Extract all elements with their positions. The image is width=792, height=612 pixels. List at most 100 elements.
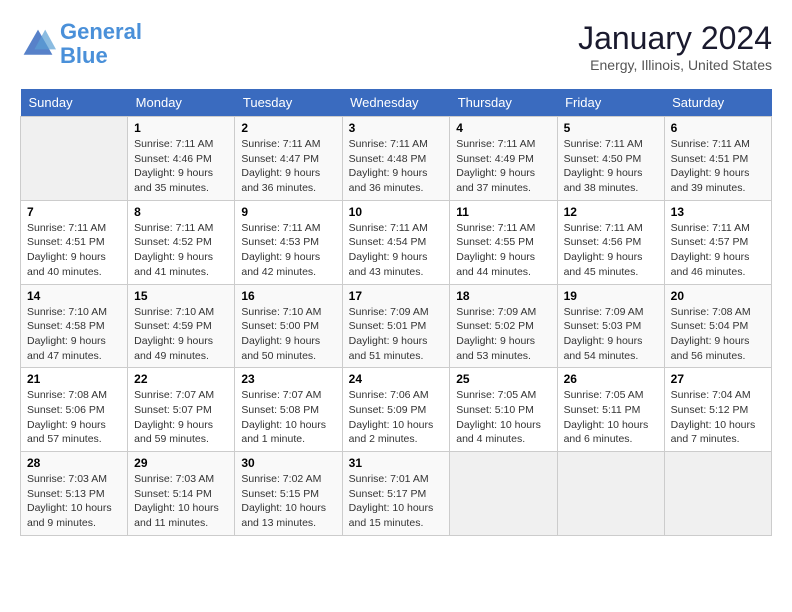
day-info: Sunrise: 7:07 AMSunset: 5:07 PMDaylight:… <box>134 388 228 447</box>
calendar-cell: 6Sunrise: 7:11 AMSunset: 4:51 PMDaylight… <box>664 117 771 201</box>
calendar-cell: 16Sunrise: 7:10 AMSunset: 5:00 PMDayligh… <box>235 284 342 368</box>
calendar-cell: 12 Sunrise: 7:11 AMSunset: 4:56 PMDayligh… <box>557 200 664 284</box>
day-number: 9 <box>241 205 335 219</box>
day-number: 15 <box>134 289 228 303</box>
day-info: Sunrise: 7:11 AMSunset: 4:50 PMDaylight:… <box>564 137 658 196</box>
day-info: Sunrise: 7:11 AMSunset: 4:55 PMDaylight:… <box>456 221 550 280</box>
calendar-week-row: 1 Sunrise: 7:11 AMSunset: 4:46 PMDaylight… <box>21 117 772 201</box>
weekday-header: Wednesday <box>342 89 450 117</box>
calendar-cell: 3 Sunrise: 7:11 AMSunset: 4:48 PMDaylight… <box>342 117 450 201</box>
day-number: 11 <box>456 205 550 219</box>
day-info: Sunrise: 7:09 AMSunset: 5:02 PMDaylight:… <box>456 305 550 364</box>
day-info: Sunrise: 7:06 AMSunset: 5:09 PMDaylight:… <box>349 388 444 447</box>
calendar-header-row: SundayMondayTuesdayWednesdayThursdayFrid… <box>21 89 772 117</box>
day-number: 8 <box>134 205 228 219</box>
day-number: 14 <box>27 289 121 303</box>
calendar-cell: 27 Sunrise: 7:04 AMSunset: 5:12 PMDayligh… <box>664 368 771 452</box>
calendar-cell: 17 Sunrise: 7:09 AMSunset: 5:01 PMDayligh… <box>342 284 450 368</box>
weekday-header: Friday <box>557 89 664 117</box>
day-number: 18 <box>456 289 550 303</box>
day-info: Sunrise: 7:04 AMSunset: 5:12 PMDaylight:… <box>671 388 765 447</box>
calendar-cell: 7 Sunrise: 7:11 AMSunset: 4:51 PMDaylight… <box>21 200 128 284</box>
day-number: 27 <box>671 372 765 386</box>
calendar-cell: 25Sunrise: 7:05 AMSunset: 5:10 PMDayligh… <box>450 368 557 452</box>
calendar-cell <box>21 117 128 201</box>
day-number: 4 <box>456 121 550 135</box>
day-info: Sunrise: 7:11 AMSunset: 4:48 PMDaylight:… <box>349 137 444 196</box>
day-info: Sunrise: 7:03 AMSunset: 5:13 PMDaylight:… <box>27 472 121 531</box>
calendar-cell: 19 Sunrise: 7:09 AMSunset: 5:03 PMDayligh… <box>557 284 664 368</box>
calendar-cell: 29 Sunrise: 7:03 AMSunset: 5:14 PMDayligh… <box>128 452 235 536</box>
calendar-cell: 28Sunrise: 7:03 AMSunset: 5:13 PMDayligh… <box>21 452 128 536</box>
day-number: 5 <box>564 121 658 135</box>
calendar-cell: 9 Sunrise: 7:11 AMSunset: 4:53 PMDaylight… <box>235 200 342 284</box>
day-info: Sunrise: 7:08 AMSunset: 5:04 PMDaylight:… <box>671 305 765 364</box>
logo-line1: General <box>60 19 142 44</box>
calendar-cell: 14Sunrise: 7:10 AMSunset: 4:58 PMDayligh… <box>21 284 128 368</box>
day-number: 19 <box>564 289 658 303</box>
calendar-cell: 21Sunrise: 7:08 AMSunset: 5:06 PMDayligh… <box>21 368 128 452</box>
title-block: January 2024 Energy, Illinois, United St… <box>578 20 772 73</box>
day-number: 24 <box>349 372 444 386</box>
day-info: Sunrise: 7:09 AMSunset: 5:01 PMDaylight:… <box>349 305 444 364</box>
day-number: 17 <box>349 289 444 303</box>
calendar-cell <box>450 452 557 536</box>
day-number: 13 <box>671 205 765 219</box>
day-number: 22 <box>134 372 228 386</box>
calendar-cell <box>664 452 771 536</box>
day-info: Sunrise: 7:11 AMSunset: 4:51 PMDaylight:… <box>27 221 121 280</box>
page-header: General Blue January 2024 Energy, Illino… <box>20 20 772 73</box>
day-info: Sunrise: 7:11 AMSunset: 4:54 PMDaylight:… <box>349 221 444 280</box>
day-info: Sunrise: 7:10 AMSunset: 4:59 PMDaylight:… <box>134 305 228 364</box>
day-info: Sunrise: 7:05 AMSunset: 5:11 PMDaylight:… <box>564 388 658 447</box>
day-info: Sunrise: 7:09 AMSunset: 5:03 PMDaylight:… <box>564 305 658 364</box>
weekday-header: Sunday <box>21 89 128 117</box>
calendar-cell: 8 Sunrise: 7:11 AMSunset: 4:52 PMDaylight… <box>128 200 235 284</box>
calendar-week-row: 21Sunrise: 7:08 AMSunset: 5:06 PMDayligh… <box>21 368 772 452</box>
calendar-cell: 11 Sunrise: 7:11 AMSunset: 4:55 PMDayligh… <box>450 200 557 284</box>
calendar-cell <box>557 452 664 536</box>
day-number: 3 <box>349 121 444 135</box>
day-info: Sunrise: 7:11 AMSunset: 4:53 PMDaylight:… <box>241 221 335 280</box>
day-info: Sunrise: 7:11 AMSunset: 4:56 PMDaylight:… <box>564 221 658 280</box>
logo-icon <box>20 26 56 62</box>
calendar-cell: 1 Sunrise: 7:11 AMSunset: 4:46 PMDaylight… <box>128 117 235 201</box>
day-number: 25 <box>456 372 550 386</box>
calendar-week-row: 7 Sunrise: 7:11 AMSunset: 4:51 PMDaylight… <box>21 200 772 284</box>
day-number: 26 <box>564 372 658 386</box>
day-number: 23 <box>241 372 335 386</box>
day-number: 21 <box>27 372 121 386</box>
day-info: Sunrise: 7:11 AMSunset: 4:46 PMDaylight:… <box>134 137 228 196</box>
calendar-cell: 10Sunrise: 7:11 AMSunset: 4:54 PMDayligh… <box>342 200 450 284</box>
day-number: 2 <box>241 121 335 135</box>
day-number: 20 <box>671 289 765 303</box>
day-info: Sunrise: 7:11 AMSunset: 4:52 PMDaylight:… <box>134 221 228 280</box>
calendar-cell: 31Sunrise: 7:01 AMSunset: 5:17 PMDayligh… <box>342 452 450 536</box>
day-number: 29 <box>134 456 228 470</box>
month-title: January 2024 <box>578 20 772 57</box>
calendar-cell: 2 Sunrise: 7:11 AMSunset: 4:47 PMDaylight… <box>235 117 342 201</box>
day-info: Sunrise: 7:10 AMSunset: 5:00 PMDaylight:… <box>241 305 335 364</box>
calendar-week-row: 14Sunrise: 7:10 AMSunset: 4:58 PMDayligh… <box>21 284 772 368</box>
calendar-cell: 22 Sunrise: 7:07 AMSunset: 5:07 PMDayligh… <box>128 368 235 452</box>
day-info: Sunrise: 7:03 AMSunset: 5:14 PMDaylight:… <box>134 472 228 531</box>
day-number: 30 <box>241 456 335 470</box>
day-info: Sunrise: 7:11 AMSunset: 4:57 PMDaylight:… <box>671 221 765 280</box>
day-number: 1 <box>134 121 228 135</box>
calendar-cell: 26 Sunrise: 7:05 AMSunset: 5:11 PMDayligh… <box>557 368 664 452</box>
calendar-cell: 20 Sunrise: 7:08 AMSunset: 5:04 PMDayligh… <box>664 284 771 368</box>
day-info: Sunrise: 7:11 AMSunset: 4:51 PMDaylight:… <box>671 137 765 196</box>
weekday-header: Saturday <box>664 89 771 117</box>
day-info: Sunrise: 7:11 AMSunset: 4:49 PMDaylight:… <box>456 137 550 196</box>
day-info: Sunrise: 7:11 AMSunset: 4:47 PMDaylight:… <box>241 137 335 196</box>
calendar-cell: 5 Sunrise: 7:11 AMSunset: 4:50 PMDaylight… <box>557 117 664 201</box>
calendar-cell: 24 Sunrise: 7:06 AMSunset: 5:09 PMDayligh… <box>342 368 450 452</box>
weekday-header: Thursday <box>450 89 557 117</box>
day-number: 12 <box>564 205 658 219</box>
logo-line2: Blue <box>60 43 108 68</box>
calendar-table: SundayMondayTuesdayWednesdayThursdayFrid… <box>20 89 772 536</box>
logo-text: General Blue <box>60 20 142 68</box>
calendar-cell: 15 Sunrise: 7:10 AMSunset: 4:59 PMDayligh… <box>128 284 235 368</box>
day-number: 31 <box>349 456 444 470</box>
day-number: 7 <box>27 205 121 219</box>
